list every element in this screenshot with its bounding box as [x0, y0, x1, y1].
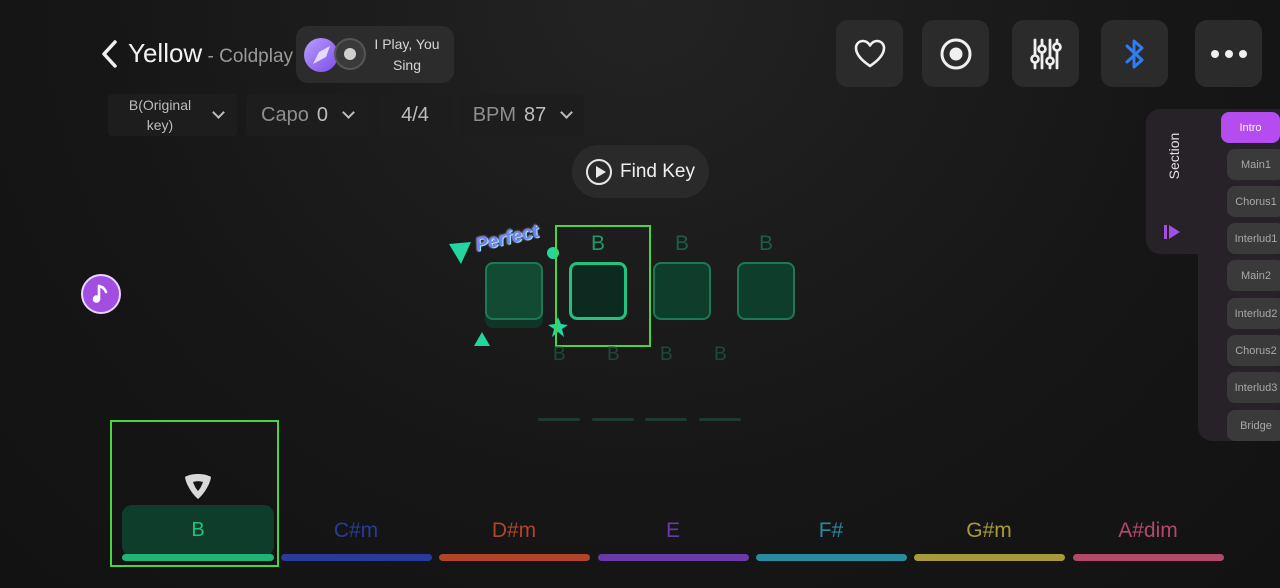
- time-signature-selector[interactable]: 4/4: [378, 94, 452, 136]
- find-key-label: Find Key: [620, 160, 695, 182]
- capo-value: 0: [316, 103, 328, 126]
- bpm-label: BPM: [472, 103, 517, 126]
- beat-dash: [538, 418, 580, 421]
- chord-color-line: [598, 554, 749, 561]
- mixer-button[interactable]: [1012, 20, 1079, 87]
- section-item[interactable]: Chorus2: [1227, 335, 1280, 366]
- bpm-selector[interactable]: BPM 87: [460, 94, 584, 136]
- guitarist-avatar-icon: [304, 38, 338, 72]
- section-label: Section: [1166, 132, 1182, 180]
- perfect-feedback: Perfect: [473, 221, 541, 256]
- sliders-icon: [1029, 38, 1062, 69]
- beat-dash: [699, 418, 741, 421]
- chord-color-line: [281, 554, 432, 561]
- current-chord-line: [122, 554, 274, 561]
- chord-bottom-label: B: [553, 344, 566, 365]
- capo-label: Capo: [261, 103, 309, 126]
- bluetooth-icon: [1125, 39, 1143, 68]
- chord-option[interactable]: F#: [756, 519, 906, 543]
- key-value: B(Original key): [128, 97, 192, 133]
- microphone-icon: [334, 38, 366, 70]
- sparkle-triangle-icon: [449, 242, 471, 264]
- guitar-pick-icon: [185, 474, 211, 499]
- section-item[interactable]: Interlud1: [1227, 223, 1280, 254]
- section-item[interactable]: Main1: [1227, 149, 1280, 180]
- capo-selector[interactable]: Capo 0: [246, 94, 368, 136]
- play-circle-icon: [586, 158, 612, 185]
- play-sing-button[interactable]: I Play, You Sing: [296, 26, 454, 83]
- chord-top-label: B: [674, 232, 689, 255]
- beat-dash: [645, 418, 687, 421]
- strum-pad[interactable]: [653, 262, 711, 320]
- chord-option[interactable]: G#m: [914, 519, 1064, 543]
- current-beat-highlight: [555, 225, 651, 347]
- find-key-button[interactable]: Find Key: [572, 145, 709, 198]
- section-play-icon[interactable]: [1164, 224, 1180, 240]
- chevron-left-icon: [102, 40, 117, 68]
- section-item[interactable]: Interlud3: [1227, 372, 1280, 403]
- time-signature-value: 4/4: [401, 103, 429, 126]
- chord-option[interactable]: C#m: [281, 519, 431, 543]
- chord-bottom-label: B: [660, 344, 673, 365]
- chord-option[interactable]: E: [598, 519, 748, 543]
- record-button[interactable]: [922, 20, 989, 87]
- song-title-text: Yellow: [128, 38, 203, 68]
- song-title: Yellow - Coldplay: [128, 38, 293, 69]
- bluetooth-button[interactable]: [1101, 20, 1168, 87]
- music-note-button[interactable]: [81, 274, 121, 314]
- chord-top-label: B: [758, 232, 773, 255]
- chord-bottom-label: B: [714, 344, 727, 365]
- sparkle-triangle-small-icon: [474, 332, 490, 346]
- chord-color-line: [1073, 554, 1224, 561]
- chord-option[interactable]: A#dim: [1073, 519, 1223, 543]
- chevron-down-icon: [342, 105, 355, 119]
- play-sing-label: I Play, You Sing: [374, 35, 440, 73]
- strum-pad[interactable]: [737, 262, 795, 320]
- heart-icon: [854, 39, 885, 67]
- more-dots-icon: [1210, 49, 1247, 58]
- back-button[interactable]: [98, 38, 122, 70]
- record-icon: [940, 38, 971, 69]
- current-chord-button[interactable]: B: [122, 505, 274, 556]
- artist-name: - Coldplay: [202, 46, 294, 67]
- chord-color-line: [914, 554, 1065, 561]
- section-item[interactable]: Bridge: [1227, 410, 1280, 441]
- chevron-down-icon: [212, 105, 225, 119]
- bpm-value: 87: [524, 103, 547, 126]
- beat-dash: [592, 418, 634, 421]
- music-note-icon: [92, 284, 108, 303]
- section-item[interactable]: Interlud2: [1227, 298, 1280, 329]
- chord-bottom-label: B: [607, 344, 620, 365]
- chord-option[interactable]: D#m: [439, 519, 589, 543]
- favorite-button[interactable]: [836, 20, 903, 87]
- key-selector[interactable]: B(Original key): [108, 94, 237, 136]
- section-item[interactable]: Main2: [1227, 260, 1280, 291]
- section-item[interactable]: Intro: [1221, 112, 1280, 143]
- chord-color-line: [756, 554, 907, 561]
- play-sing-icons: [296, 26, 368, 83]
- chevron-down-icon: [560, 105, 574, 119]
- more-options-button[interactable]: [1195, 20, 1262, 87]
- chord-color-line: [439, 554, 590, 561]
- section-item[interactable]: Chorus1: [1227, 186, 1280, 217]
- strum-pad[interactable]: [485, 262, 543, 320]
